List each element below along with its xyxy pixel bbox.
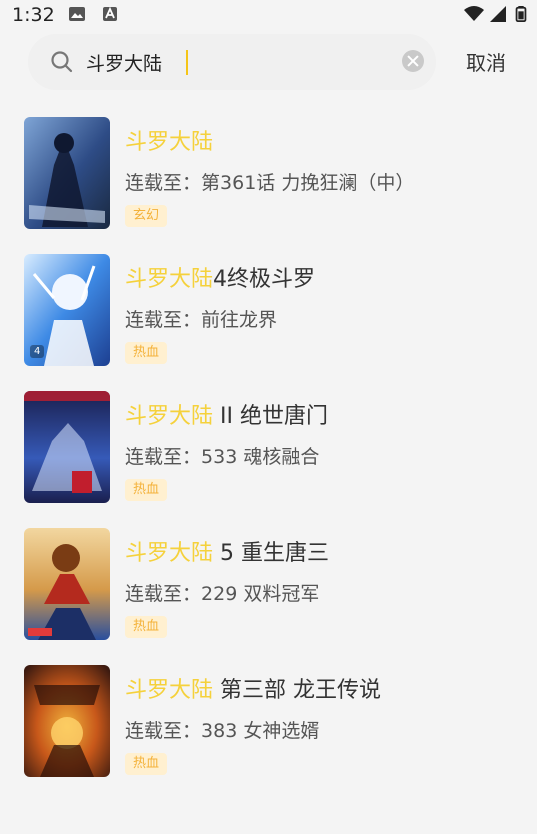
- result-subtitle-value: 前往龙界: [201, 309, 278, 331]
- search-icon: [51, 51, 73, 73]
- result-subtitle: 连载至：前往龙界: [125, 305, 277, 332]
- search-input[interactable]: [86, 47, 386, 77]
- result-subtitle-value: 第361话 力挽狂澜（中）: [201, 172, 415, 194]
- result-subtitle-value: 229 双料冠军: [201, 583, 320, 605]
- battery-icon: [515, 6, 527, 22]
- result-subtitle: 连载至：229 双料冠军: [125, 579, 319, 606]
- genre-tag: 热血: [125, 342, 168, 364]
- result-title[interactable]: 斗罗大陆 第三部 龙王传说: [125, 672, 381, 704]
- status-time: 1:32: [12, 4, 55, 26]
- result-subtitle-value: 533 魂核融合: [201, 446, 320, 468]
- result-title-highlight: 斗罗大陆: [125, 541, 214, 566]
- cover-image[interactable]: [24, 528, 110, 640]
- genre-tag: 热血: [125, 479, 168, 501]
- notification-a-icon: [103, 6, 117, 21]
- genre-tag: 热血: [125, 753, 168, 775]
- search-bar[interactable]: [28, 34, 436, 90]
- result-title-highlight: 斗罗大陆: [125, 404, 214, 429]
- status-bar: 1:32: [0, 0, 537, 30]
- cover-image[interactable]: [24, 665, 110, 777]
- result-title[interactable]: 斗罗大陆 II 绝世唐门: [125, 398, 328, 430]
- result-title[interactable]: 斗罗大陆4终极斗罗: [125, 261, 315, 293]
- search-caret: [186, 50, 188, 75]
- wifi-icon: [464, 6, 484, 21]
- result-subtitle-prefix: 连载至：: [125, 172, 202, 194]
- cancel-button[interactable]: 取消: [466, 47, 506, 76]
- genre-tag: 玄幻: [125, 205, 168, 227]
- result-title-rest: 第三部 龙王传说: [213, 678, 382, 703]
- result-subtitle-prefix: 连载至：: [125, 309, 202, 331]
- result-subtitle: 连载至：第361话 力挽狂澜（中）: [125, 168, 414, 195]
- signal-icon: [490, 6, 506, 22]
- result-subtitle-value: 383 女神选婿: [201, 720, 320, 742]
- result-item[interactable]: 4 斗罗大陆4终极斗罗 连载至：前往龙界 热血: [0, 249, 537, 375]
- result-title-rest: II 绝世唐门: [213, 404, 328, 429]
- result-item[interactable]: 斗罗大陆 II 绝世唐门 连载至：533 魂核融合 热血: [0, 386, 537, 512]
- result-item[interactable]: 斗罗大陆 5 重生唐三 连载至：229 双料冠军 热血: [0, 523, 537, 649]
- result-title-rest: 4终极斗罗: [213, 267, 316, 292]
- result-title-highlight: 斗罗大陆: [125, 267, 214, 292]
- result-title[interactable]: 斗罗大陆 5 重生唐三: [125, 535, 329, 567]
- result-subtitle-prefix: 连载至：: [125, 720, 202, 742]
- result-title[interactable]: 斗罗大陆: [125, 124, 213, 156]
- cover-badge: 4: [30, 345, 45, 358]
- result-subtitle: 连载至：533 魂核融合: [125, 442, 319, 469]
- result-title-rest: 5 重生唐三: [213, 541, 329, 566]
- result-subtitle: 连载至：383 女神选婿: [125, 716, 319, 743]
- result-subtitle-prefix: 连载至：: [125, 446, 202, 468]
- gallery-icon: [69, 7, 85, 21]
- genre-tag: 热血: [125, 616, 168, 638]
- result-title-highlight: 斗罗大陆: [125, 678, 214, 703]
- clear-icon[interactable]: [402, 50, 424, 72]
- cover-image[interactable]: 4: [24, 254, 110, 366]
- result-item[interactable]: 斗罗大陆 第三部 龙王传说 连载至：383 女神选婿 热血: [0, 660, 537, 786]
- cover-image[interactable]: [24, 117, 110, 229]
- cover-image[interactable]: [24, 391, 110, 503]
- result-subtitle-prefix: 连载至：: [125, 583, 202, 605]
- result-item[interactable]: 斗罗大陆 连载至：第361话 力挽狂澜（中） 玄幻: [0, 112, 537, 238]
- result-title-highlight: 斗罗大陆: [125, 130, 214, 155]
